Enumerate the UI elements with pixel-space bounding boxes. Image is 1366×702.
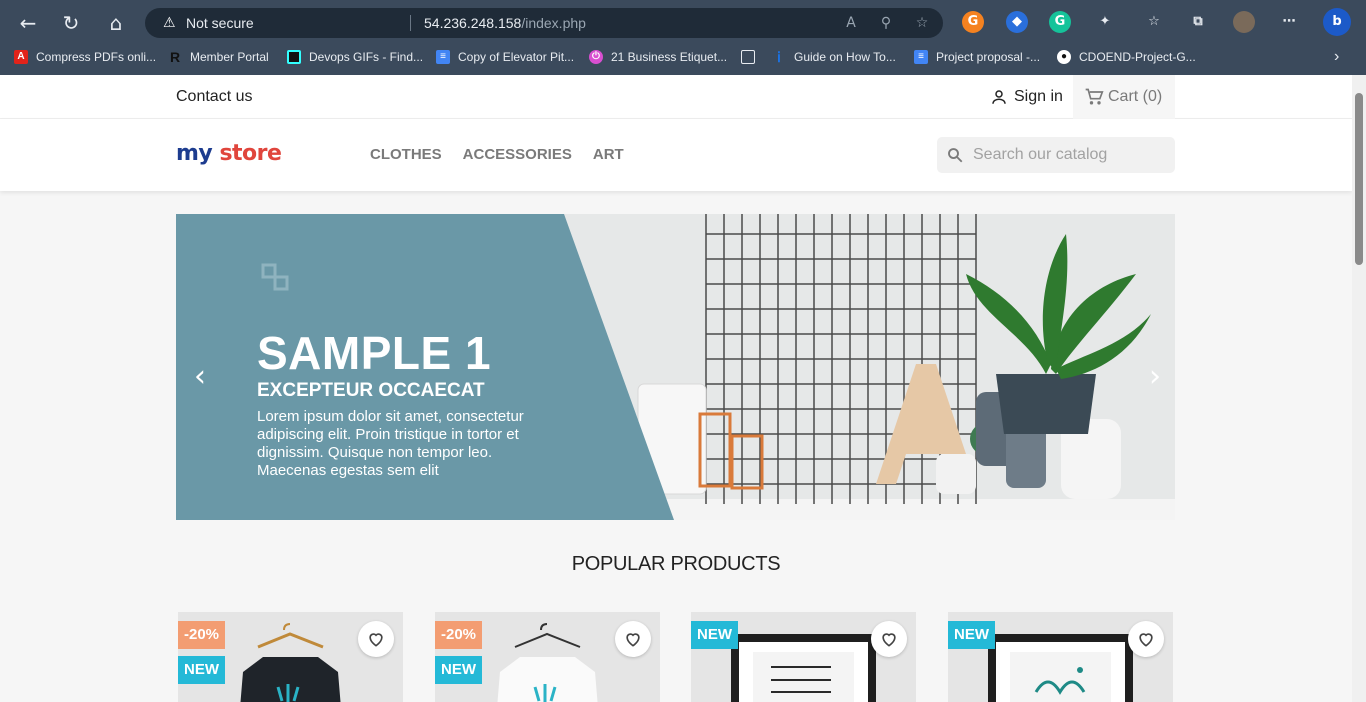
page-scrollbar[interactable] bbox=[1352, 75, 1366, 702]
bookmark-label: Copy of Elevator Pit... bbox=[458, 50, 575, 64]
wishlist-button[interactable] bbox=[358, 621, 394, 657]
hero-description: Lorem ipsum dolor sit amet, consectetur … bbox=[257, 408, 524, 479]
search-box bbox=[937, 137, 1175, 173]
menu-item-accessories[interactable]: ACCESSORIES bbox=[463, 146, 572, 163]
wishlist-button[interactable] bbox=[871, 621, 907, 657]
user-icon bbox=[992, 90, 1006, 104]
info-icon: ⅰ bbox=[777, 49, 781, 65]
bookmark-label: Member Portal bbox=[190, 50, 269, 64]
bookmark-item[interactable] bbox=[741, 48, 763, 66]
logo-part-store: store bbox=[219, 141, 282, 166]
r-icon: R bbox=[169, 49, 181, 65]
back-icon[interactable]: ← bbox=[15, 10, 41, 36]
bookmark-item[interactable]: ⏻ 21 Business Etiquet... bbox=[589, 48, 727, 66]
grammarly-icon[interactable]: G bbox=[1049, 11, 1071, 33]
new-badge: NEW bbox=[691, 621, 738, 649]
docs-icon: ≡ bbox=[914, 50, 928, 64]
product-card[interactable]: -20% NEW bbox=[435, 612, 660, 702]
logo-part-my: my bbox=[176, 141, 213, 166]
browser-chrome: ← ↻ ⌂ ⚠ Not secure 54.236.248.158/index.… bbox=[0, 0, 1366, 75]
read-aloud-icon[interactable]: A bbox=[842, 14, 860, 32]
main-menu: CLOTHES ACCESSORIES ART bbox=[370, 146, 645, 163]
bookmark-item[interactable]: ≡ Copy of Elevator Pit... bbox=[436, 48, 574, 66]
bing-icon[interactable]: b bbox=[1323, 8, 1351, 36]
menu-item-clothes[interactable]: CLOTHES bbox=[370, 146, 442, 163]
contact-us-link[interactable]: Contact us bbox=[176, 88, 252, 106]
slider-prev-icon[interactable]: ‹ bbox=[187, 362, 213, 392]
reload-icon[interactable]: ↻ bbox=[58, 10, 84, 36]
discount-badge: -20% bbox=[435, 621, 483, 649]
zoom-icon[interactable]: ⚲ bbox=[877, 14, 895, 32]
collections-icon[interactable]: ⧉ bbox=[1187, 11, 1209, 33]
address-separator bbox=[410, 15, 411, 31]
heart-icon bbox=[882, 633, 896, 647]
bookmark-item[interactable]: A Compress PDFs onli... bbox=[14, 48, 156, 66]
bookmark-label: Guide on How To... bbox=[794, 50, 896, 64]
web-page: Contact us Sign in Cart (0) my store CLO… bbox=[0, 75, 1352, 702]
url-text[interactable]: 54.236.248.158/index.php bbox=[424, 15, 586, 31]
home-icon[interactable]: ⌂ bbox=[103, 10, 129, 36]
bookmark-label: Project proposal -... bbox=[936, 50, 1041, 64]
extension-shield-icon[interactable]: ◆ bbox=[1006, 11, 1028, 33]
bookmark-item[interactable]: Devops GIFs - Find... bbox=[287, 48, 423, 66]
hero-title: SAMPLE 1 bbox=[257, 327, 492, 379]
bookmark-label: 21 Business Etiquet... bbox=[611, 50, 728, 64]
address-bar[interactable]: ⚠ Not secure 54.236.248.158/index.php A … bbox=[145, 8, 943, 38]
more-icon[interactable]: ⋯ bbox=[1278, 11, 1300, 33]
site-header: my store CLOTHES ACCESSORIES ART bbox=[0, 119, 1352, 191]
extension-g-icon[interactable]: G bbox=[962, 11, 984, 33]
cart-label: Cart (0) bbox=[1108, 88, 1163, 105]
product-card[interactable]: NEW bbox=[691, 612, 916, 702]
bookmark-item[interactable]: R Member Portal bbox=[168, 48, 269, 66]
product-card[interactable]: -20% NEW bbox=[178, 612, 403, 702]
bookmark-label: CDOEND-Project-G... bbox=[1079, 50, 1196, 64]
bookmark-item[interactable]: ⅰ Guide on How To... bbox=[772, 48, 896, 66]
section-title: POPULAR PRODUCTS bbox=[571, 553, 781, 575]
giphy-icon bbox=[287, 50, 301, 64]
security-label[interactable]: Not secure bbox=[186, 15, 254, 31]
search-input[interactable] bbox=[973, 146, 1163, 164]
cart-button[interactable]: Cart (0) bbox=[1073, 75, 1175, 119]
top-nav: Contact us Sign in Cart (0) bbox=[0, 75, 1352, 119]
favorite-add-icon[interactable]: ☆ bbox=[913, 14, 931, 32]
product-card[interactable]: NEW bbox=[948, 612, 1173, 702]
sign-in-link[interactable]: Sign in bbox=[990, 88, 1063, 106]
heart-icon bbox=[626, 633, 640, 647]
bookmarks-bar: A Compress PDFs onli... R Member Portal De… bbox=[0, 44, 1366, 70]
sign-in-label: Sign in bbox=[1014, 88, 1063, 105]
favorites-icon[interactable]: ☆ bbox=[1143, 11, 1165, 33]
bookmark-item[interactable]: ≡ Project proposal -... bbox=[914, 48, 1040, 66]
hero-slider: SAMPLE 1 EXCEPTEUR OCCAECAT Lorem ipsum … bbox=[176, 214, 1175, 520]
docs-icon: ≡ bbox=[436, 50, 450, 64]
adobe-icon: A bbox=[14, 50, 28, 64]
extensions-icon[interactable]: ✦ bbox=[1094, 11, 1116, 33]
github-icon: ● bbox=[1057, 50, 1071, 64]
avatar[interactable] bbox=[1233, 11, 1255, 33]
search-icon[interactable] bbox=[946, 146, 964, 164]
warning-icon: ⚠ bbox=[163, 15, 176, 31]
scrollbar-thumb[interactable] bbox=[1355, 93, 1363, 265]
power-icon: ⏻ bbox=[589, 50, 603, 64]
page-icon bbox=[741, 50, 755, 64]
slider-next-icon[interactable]: › bbox=[1142, 362, 1168, 392]
hero-subtitle: EXCEPTEUR OCCAECAT bbox=[257, 380, 485, 401]
menu-item-art[interactable]: ART bbox=[593, 146, 624, 163]
discount-badge: -20% bbox=[178, 621, 226, 649]
bookmark-label: Devops GIFs - Find... bbox=[309, 50, 424, 64]
bookmark-item[interactable]: ● CDOEND-Project-G... bbox=[1057, 48, 1196, 66]
url-path: /index.php bbox=[521, 15, 586, 31]
url-host: 54.236.248.158 bbox=[424, 15, 522, 31]
wishlist-button[interactable] bbox=[615, 621, 651, 657]
heart-icon bbox=[1139, 633, 1153, 647]
wishlist-button[interactable] bbox=[1128, 621, 1164, 657]
bookmarks-overflow-icon[interactable]: › bbox=[1334, 48, 1339, 66]
new-badge: NEW bbox=[435, 656, 482, 684]
store-logo[interactable]: my store bbox=[176, 141, 282, 166]
new-badge: NEW bbox=[948, 621, 995, 649]
bookmark-label: Compress PDFs onli... bbox=[36, 50, 157, 64]
new-badge: NEW bbox=[178, 656, 225, 684]
heart-icon bbox=[369, 633, 383, 647]
cart-icon bbox=[1085, 88, 1104, 105]
